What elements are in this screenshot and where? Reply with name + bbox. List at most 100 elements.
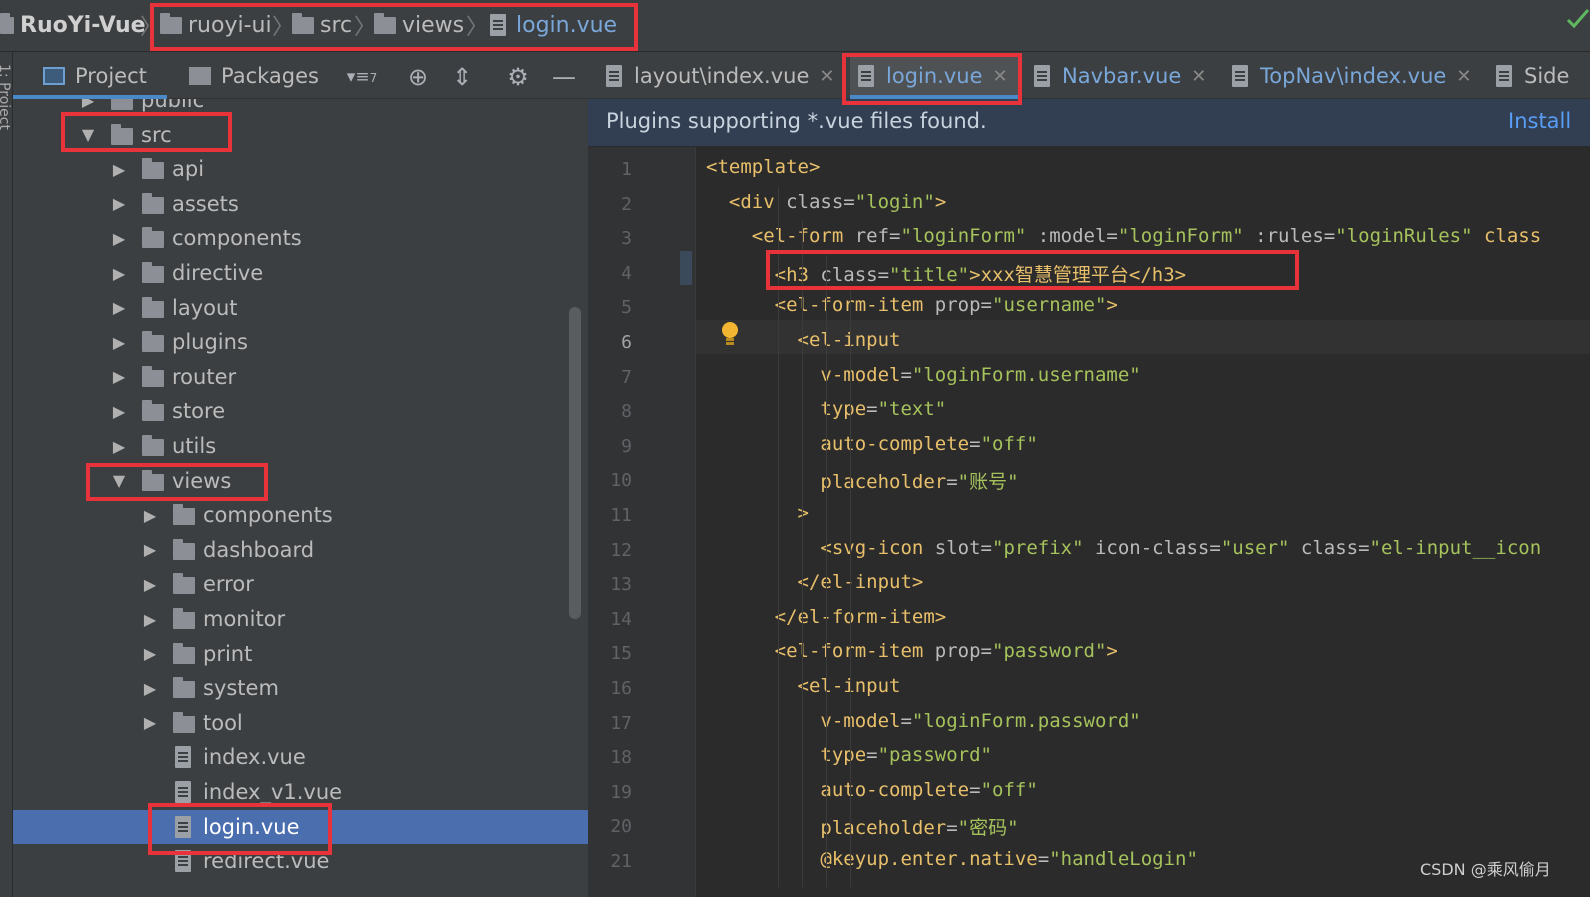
line-number: 6 [621,332,632,353]
vue-file-icon [175,815,191,838]
tree-file-index-vue[interactable]: index.vue [13,740,588,774]
tree-file-redirect-vue[interactable]: redirect.vue [13,844,588,878]
breadcrumb-login-vue[interactable]: login.vue [490,8,617,42]
tree-scrollbar[interactable] [569,307,581,619]
tree-item-label: login.vue [203,814,300,839]
folder-icon [173,573,195,595]
gear-icon[interactable]: ⚙ [503,62,533,92]
breadcrumb-project[interactable]: RuoYi-Vue [0,8,146,42]
line-number: 16 [610,678,632,699]
tree-folder-monitor[interactable]: ▶ monitor [13,602,588,636]
expand-down-icon[interactable]: ▼ [110,471,128,490]
tool-window-strip: 1: Project [0,52,13,897]
tree-folder-tool[interactable]: ▶ tool [13,706,588,740]
tree-folder-layout[interactable]: ▶ layout [13,291,588,325]
tree-folder-router[interactable]: ▶ router [13,360,588,394]
breadcrumb-views[interactable]: views [374,8,464,42]
line-number: 14 [610,608,632,630]
tree-folder-store[interactable]: ▶ store [13,394,588,428]
tree-folder-views[interactable]: ▼ views [13,464,588,498]
tree-folder-src[interactable]: ▼ src [13,118,588,152]
breadcrumb-src[interactable]: src [292,8,352,42]
breadcrumb-ruoyi-ui[interactable]: ruoyi-ui [160,8,272,42]
tab-navbar-vue[interactable]: Navbar.vue ✕ [1034,56,1206,96]
locate-icon[interactable]: ⊕ [403,62,433,92]
expand-right-icon[interactable]: ▶ [110,402,128,421]
folder-icon [292,12,314,34]
tab-topnav-index-vue[interactable]: TopNav\index.vue ✕ [1232,56,1471,96]
tree-folder-api[interactable]: ▶ api [13,152,588,186]
tree-folder-print[interactable]: ▶ print [13,637,588,671]
expand-right-icon[interactable]: ▶ [141,540,159,559]
line-number: 5 [621,297,632,319]
tree-folder-assets[interactable]: ▶ assets [13,187,588,221]
tree-folder-directive[interactable]: ▶ directive [13,256,588,290]
folder-icon [142,192,164,214]
expand-right-icon[interactable]: ▶ [110,194,128,213]
expand-right-icon[interactable]: ▶ [141,713,159,732]
expand-right-icon[interactable]: ▶ [110,160,128,179]
vue-file-icon [175,781,191,803]
line-number: 9 [621,435,632,457]
checkmark-icon[interactable] [1564,6,1590,32]
tree-file-login-vue[interactable]: login.vue [13,809,588,844]
expand-right-icon[interactable]: ▶ [110,333,128,352]
minimize-icon[interactable]: — [549,62,579,92]
code-line: </el-input> [706,571,924,594]
navigation-bar: RuoYi-Vue 〉 ruoyi-ui 〉 src 〉 views 〉 log… [0,0,1590,52]
line-number: 13 [610,574,632,596]
project-tool-button[interactable]: 1: Project [0,64,12,204]
install-link[interactable]: Install [1508,109,1571,133]
close-icon[interactable]: ✕ [1191,66,1206,87]
expand-right-icon[interactable]: ▶ [141,679,159,698]
expand-right-icon[interactable]: ▶ [110,437,128,456]
close-icon[interactable]: ✕ [993,66,1008,87]
expand-right-icon[interactable]: ▶ [110,298,128,317]
tree-folder-components[interactable]: ▶ components [13,221,588,255]
line-number: 21 [610,851,632,872]
collapse-all-icon[interactable]: ⇕ [447,62,477,92]
tree-folder-components[interactable]: ▶ components [13,498,588,532]
folder-icon [142,365,164,387]
tree-folder-system[interactable]: ▶ system [13,671,588,705]
tree-folder-utils[interactable]: ▶ utils [13,429,588,463]
expand-right-icon[interactable]: ▶ [110,264,128,283]
expand-down-icon[interactable]: ▼ [79,125,97,144]
code-line: v-model="loginForm.password" [706,709,1141,732]
folder-icon [142,469,164,491]
line-number: 4 [621,262,632,284]
code-editor[interactable]: 1 2 3 4 5 6 7 8 9 10 11 12 13 14 15 16 17 18 19 20 21 <templ… [588,147,1590,897]
close-icon[interactable]: ✕ [819,66,834,87]
sort-icon[interactable]: ▾≡7 [341,62,383,92]
tab-project[interactable]: Project [13,58,167,99]
line-number: 1 [621,159,632,180]
packages-icon [189,67,211,85]
line-number: 18 [610,747,632,769]
expand-right-icon[interactable]: ▶ [110,229,128,248]
vue-file-icon [490,14,506,36]
expand-right-icon[interactable]: ▶ [79,99,97,110]
expand-right-icon[interactable]: ▶ [141,575,159,594]
tree-file-index-v1-vue[interactable]: index_v1.vue [13,775,588,809]
vue-file-icon [1232,65,1248,87]
tree-folder-error[interactable]: ▶ error [13,567,588,601]
expand-right-icon[interactable]: ▶ [141,644,159,663]
folder-icon [374,12,396,34]
line-number: 17 [610,712,632,734]
close-icon[interactable]: ✕ [1456,66,1471,87]
tab-side[interactable]: Side [1496,56,1569,96]
expand-right-icon[interactable]: ▶ [110,367,128,386]
tree-folder-public[interactable]: ▶ public [13,99,588,117]
chevron-right-icon: 〉 [466,15,489,40]
expand-right-icon[interactable]: ▶ [141,610,159,629]
line-number: 19 [610,781,632,803]
tab-login-vue[interactable]: login.vue ✕ [850,56,1022,99]
tree-folder-dashboard[interactable]: ▶ dashboard [13,533,588,567]
line-number: 7 [621,366,632,388]
expand-right-icon[interactable]: ▶ [141,506,159,525]
tree-folder-plugins[interactable]: ▶ plugins [13,325,588,359]
tab-layout-index-vue[interactable]: layout\index.vue ✕ [606,56,834,96]
tab-packages[interactable]: Packages [189,58,319,94]
tree-item-label: plugins [172,330,248,355]
tree-item-label: dashboard [203,537,315,562]
